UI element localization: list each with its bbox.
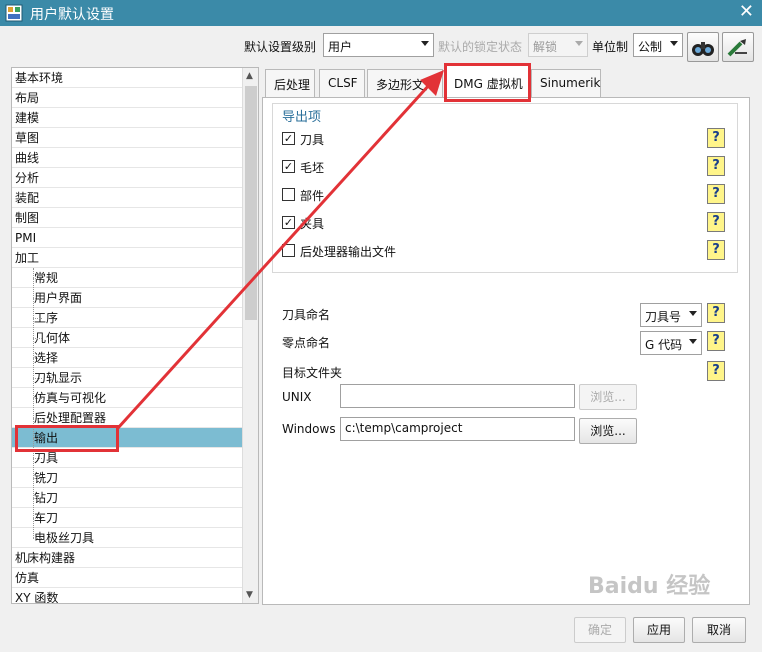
annotation-arrow xyxy=(116,70,444,430)
